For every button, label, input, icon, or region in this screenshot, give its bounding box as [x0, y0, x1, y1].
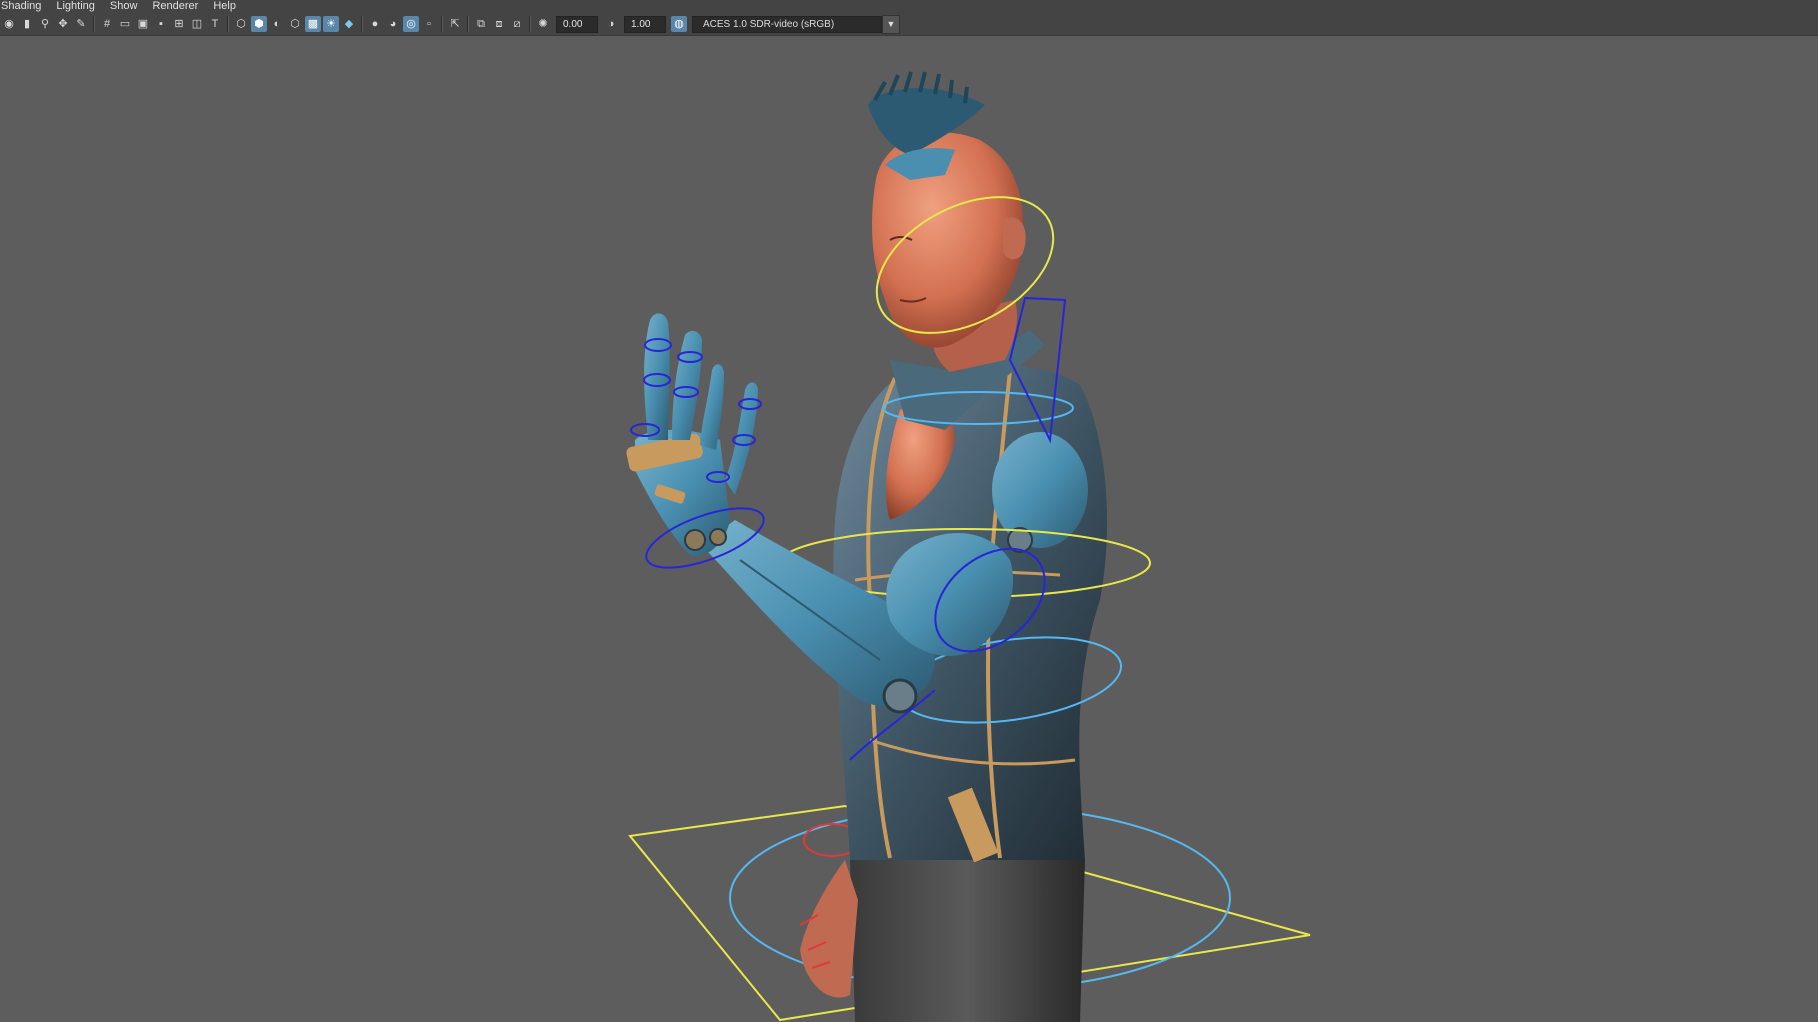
color-space-select[interactable]: ACES 1.0 SDR-video (sRGB) [692, 15, 882, 33]
toolbar-divider [361, 16, 363, 32]
exposure-field[interactable]: 0.00 [556, 15, 598, 33]
menu-lighting[interactable]: Lighting [56, 0, 102, 13]
color-management-icon[interactable]: ◍ [671, 16, 687, 32]
pants-shape [850, 860, 1085, 1022]
grid-icon[interactable]: # [99, 16, 115, 32]
finger-middle [672, 330, 702, 440]
resolution-gate-icon[interactable]: ▣ [135, 16, 151, 32]
xray-joints-icon[interactable]: ⧈ [491, 16, 507, 32]
safe-action-icon[interactable]: ◫ [189, 16, 205, 32]
film-gate-icon[interactable]: ▭ [117, 16, 133, 32]
toolbar-divider [529, 16, 531, 32]
wrist-joint [684, 529, 706, 551]
toolbar-divider [441, 16, 443, 32]
menu-shading[interactable]: Shading [0, 0, 48, 13]
toolbar-divider [227, 16, 229, 32]
image-plane-icon[interactable]: ✥ [55, 16, 71, 32]
menu-help[interactable]: Help [213, 0, 243, 13]
panel-toolbar: ◉ ▮ ⚲ ✥ ✎ # ▭ ▣ ▪ ⊞ ◫ T ⬡ ⬢ ◐ ⬡ ▩ ☀ ◆ ● … [0, 13, 1818, 36]
default-material-icon[interactable]: ◐ [269, 16, 285, 32]
gamma-field[interactable]: 1.00 [624, 15, 666, 33]
toolbar-divider [93, 16, 95, 32]
wrist-joint-2 [709, 528, 727, 546]
isolate-select-icon[interactable]: ⇱ [447, 16, 463, 32]
character-scene [626, 71, 1311, 1022]
gate-mask-icon[interactable]: ▪ [153, 16, 169, 32]
wireframe-icon[interactable]: ⬡ [233, 16, 249, 32]
menu-renderer[interactable]: Renderer [152, 0, 205, 13]
chevron-down-icon[interactable]: ▼ [882, 14, 900, 34]
menu-bar: Shading Lighting Show Renderer Help [0, 0, 1818, 13]
textured-icon[interactable]: ▩ [305, 16, 321, 32]
use-all-lights-icon[interactable]: ☀ [323, 16, 339, 32]
viewport[interactable]: persp [0, 36, 1818, 1022]
smooth-shade-icon[interactable]: ⬢ [251, 16, 267, 32]
gamma-icon[interactable]: ◑ [603, 16, 619, 32]
motion-blur-icon[interactable]: ◕ [385, 16, 401, 32]
bookmark-icon[interactable]: ▮ [19, 16, 35, 32]
depth-of-field-icon[interactable]: ▫ [421, 16, 437, 32]
anti-aliasing-icon[interactable]: ◎ [403, 16, 419, 32]
camera-icon[interactable]: ◉ [1, 16, 17, 32]
field-chart-icon[interactable]: ⊞ [171, 16, 187, 32]
toolbar-divider [467, 16, 469, 32]
elbow-joint [882, 678, 918, 714]
finger-ring [700, 364, 724, 450]
backface-culling-icon[interactable]: ⧄ [509, 16, 525, 32]
grease-pencil-icon[interactable]: ✎ [73, 16, 89, 32]
wireframe-on-shaded-icon[interactable]: ⬡ [287, 16, 303, 32]
safe-title-icon[interactable]: T [207, 16, 223, 32]
left-hand-shape [800, 860, 858, 998]
menu-show[interactable]: Show [110, 0, 145, 13]
camera-attributes-icon[interactable]: ⚲ [37, 16, 53, 32]
exposure-icon[interactable]: ✺ [535, 16, 551, 32]
xray-icon[interactable]: ⧉ [473, 16, 489, 32]
ambient-occlusion-icon[interactable]: ● [367, 16, 383, 32]
shadows-icon[interactable]: ◆ [341, 16, 357, 32]
